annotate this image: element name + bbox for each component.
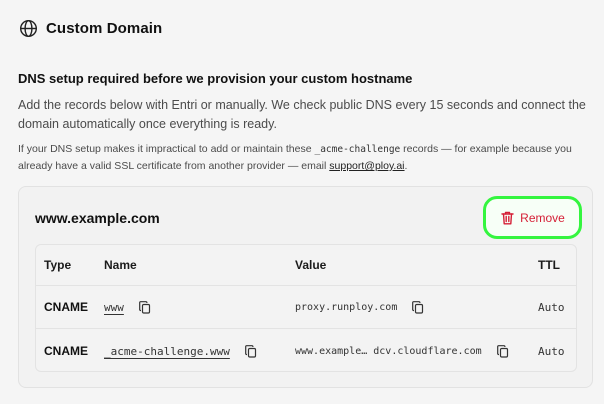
domain-name: www.example.com [35, 210, 160, 226]
copy-icon[interactable] [138, 300, 152, 314]
page-header: Custom Domain [18, 18, 162, 38]
custom-domain-page: Custom Domain DNS setup required before … [0, 0, 604, 404]
record-type: CNAME [44, 300, 88, 314]
remove-button[interactable]: Remove [483, 196, 582, 239]
note-code: _acme-challenge [314, 144, 401, 155]
trash-icon [500, 211, 514, 225]
note-prefix: If your DNS setup makes it impractical t… [18, 143, 315, 155]
record-value: www.example… dcv.cloudflare.com [295, 345, 482, 357]
column-header-type: Type [44, 258, 72, 272]
copy-icon[interactable] [496, 344, 510, 358]
domain-card: www.example.com Remove Type Name Value T… [18, 186, 593, 388]
record-ttl: Auto [538, 344, 565, 358]
support-email-link[interactable]: support@ploy.ai [329, 160, 404, 172]
record-ttl: Auto [538, 300, 565, 314]
record-value: proxy.runploy.com [295, 301, 398, 313]
table-row: CNAME www proxy.runploy.com Auto [36, 286, 576, 329]
column-header-ttl: TTL [538, 258, 560, 272]
record-name[interactable]: www [104, 301, 124, 314]
table-row: CNAME _acme-challenge.www www.example… d… [36, 329, 576, 371]
page-title: Custom Domain [46, 19, 163, 37]
dns-setup-description: Add the records below with Entri or manu… [18, 98, 586, 131]
record-type: CNAME [44, 344, 88, 358]
dns-setup-note: If your DNS setup makes it impractical t… [18, 141, 600, 175]
column-header-name: Name [104, 258, 137, 272]
table-header-row: Type Name Value TTL [36, 245, 576, 286]
dns-records-table: Type Name Value TTL CNAME www proxy.runp… [35, 244, 577, 372]
dns-setup-title: DNS setup required before we provision y… [18, 71, 413, 86]
record-name[interactable]: _acme-challenge.www [104, 345, 230, 358]
copy-icon[interactable] [244, 344, 258, 358]
column-header-value: Value [295, 258, 327, 272]
note-end: . [404, 160, 408, 172]
remove-label: Remove [520, 210, 565, 225]
copy-icon[interactable] [411, 300, 425, 314]
globe-icon [18, 18, 38, 38]
